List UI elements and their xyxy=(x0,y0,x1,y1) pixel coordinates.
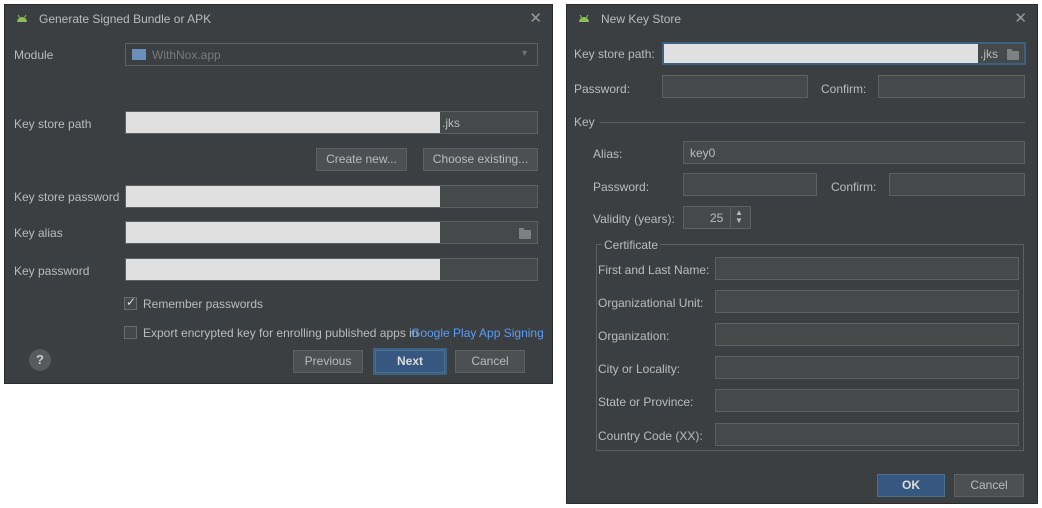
next-button[interactable]: Next xyxy=(375,350,445,373)
key-confirm-label: Confirm: xyxy=(831,180,877,194)
dialog-title: New Key Store xyxy=(601,12,682,26)
module-label: Module xyxy=(14,48,54,62)
jks-suffix: .jks xyxy=(442,116,460,130)
key-store-path-label: Key store path xyxy=(14,117,92,131)
key-alias-field[interactable] xyxy=(125,221,538,244)
validity-value: 25 xyxy=(710,211,724,225)
first-last-name-label: First and Last Name: xyxy=(598,263,710,277)
organizational-unit-field[interactable] xyxy=(715,290,1019,313)
city-locality-field[interactable] xyxy=(715,356,1019,379)
spinner-arrows-icon[interactable]: ▲ ▼ xyxy=(735,209,743,225)
key-store-path-label: Key store path: xyxy=(574,47,655,61)
title-bar: New Key Store ✕ xyxy=(567,5,1037,33)
confirm-label: Confirm: xyxy=(821,82,867,96)
folder-icon[interactable] xyxy=(1007,49,1019,60)
alias-field[interactable]: key0 xyxy=(683,141,1025,164)
title-bar: Generate Signed Bundle or APK ✕ xyxy=(5,5,552,33)
organization-field[interactable] xyxy=(715,323,1019,346)
folder-icon[interactable] xyxy=(519,228,531,239)
previous-button[interactable]: Previous xyxy=(293,350,363,373)
dialog-title: Generate Signed Bundle or APK xyxy=(39,12,212,26)
key-store-path-value xyxy=(664,44,978,63)
key-password-label: Key password xyxy=(14,264,90,278)
cancel-button[interactable]: Cancel xyxy=(455,350,525,373)
spinner-divider xyxy=(730,207,731,228)
first-last-name-field[interactable] xyxy=(715,257,1019,280)
key-alias-value xyxy=(126,222,440,243)
module-icon xyxy=(132,49,146,60)
module-value: WithNox.app xyxy=(152,48,221,62)
state-province-label: State or Province: xyxy=(598,395,694,409)
jks-suffix: .jks xyxy=(980,47,998,61)
android-icon xyxy=(17,14,27,22)
key-section-label: Key xyxy=(574,115,595,129)
remember-passwords-checkbox[interactable] xyxy=(124,295,137,310)
help-icon[interactable]: ? xyxy=(29,349,51,371)
module-combobox[interactable]: WithNox.app ▼ xyxy=(125,43,538,66)
organizational-unit-label: Organizational Unit: xyxy=(598,296,704,310)
validity-spinner[interactable]: 25 ▲ ▼ xyxy=(683,206,751,229)
certificate-title: Certificate xyxy=(602,238,661,252)
cancel-button[interactable]: Cancel xyxy=(954,474,1024,497)
alias-value: key0 xyxy=(690,146,716,160)
key-confirm-field[interactable] xyxy=(889,173,1025,196)
close-button[interactable]: ✕ xyxy=(1014,9,1027,27)
password-field[interactable] xyxy=(662,75,808,98)
alias-label: Alias: xyxy=(593,147,623,161)
export-encrypted-label: Export encrypted key for enrolling publi… xyxy=(143,326,419,340)
key-store-path-field[interactable]: .jks xyxy=(662,42,1026,65)
close-button[interactable]: ✕ xyxy=(529,9,542,27)
remember-passwords-label: Remember passwords xyxy=(143,297,264,311)
google-play-app-signing-link[interactable]: Google Play App Signing xyxy=(411,326,544,340)
key-store-path-field[interactable]: .jks xyxy=(125,111,538,134)
ok-button[interactable]: OK xyxy=(877,474,945,497)
key-store-path-value xyxy=(126,112,440,133)
generate-signed-bundle-dialog: Generate Signed Bundle or APK ✕ Module W… xyxy=(4,4,553,384)
validity-label: Validity (years): xyxy=(593,212,675,226)
key-password-label: Password: xyxy=(593,180,650,194)
key-store-password-label: Key store password xyxy=(14,190,120,204)
new-key-store-dialog: New Key Store ✕ Key store path: .jks Pas… xyxy=(566,4,1038,504)
key-alias-label: Key alias xyxy=(14,226,63,240)
chevron-down-icon: ▼ xyxy=(520,48,529,58)
key-section-separator xyxy=(600,122,1025,123)
key-store-password-field[interactable] xyxy=(125,185,538,208)
city-locality-label: City or Locality: xyxy=(598,362,681,376)
key-store-password-value xyxy=(126,186,440,207)
confirm-field[interactable] xyxy=(878,75,1025,98)
country-code-field[interactable] xyxy=(715,423,1019,446)
export-encrypted-checkbox[interactable] xyxy=(124,326,137,339)
organization-label: Organization: xyxy=(598,329,670,343)
key-password-field[interactable] xyxy=(125,258,538,281)
country-code-label: Country Code (XX): xyxy=(598,429,703,443)
state-province-field[interactable] xyxy=(715,389,1019,412)
android-icon xyxy=(579,14,589,22)
create-new-button[interactable]: Create new... xyxy=(316,148,407,171)
password-label: Password: xyxy=(574,82,631,96)
choose-existing-button[interactable]: Choose existing... xyxy=(423,148,538,171)
key-password-value xyxy=(126,259,440,280)
key-password-field[interactable] xyxy=(683,173,817,196)
